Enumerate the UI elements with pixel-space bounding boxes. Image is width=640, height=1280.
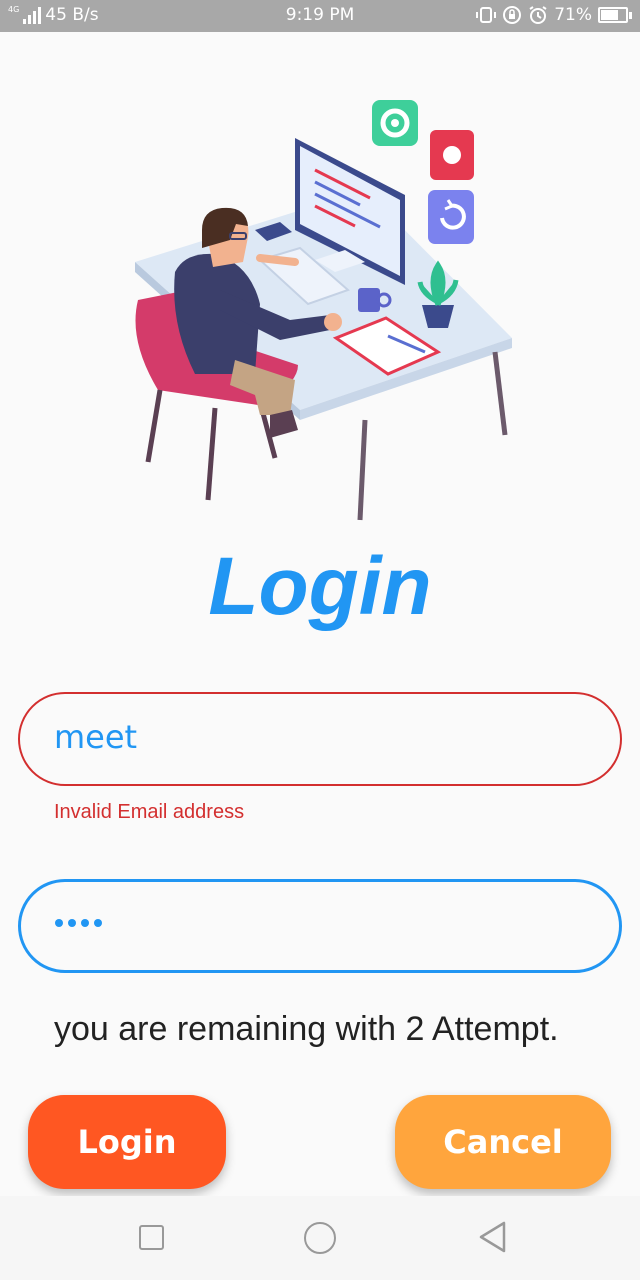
record-tile-icon xyxy=(430,130,474,180)
status-right: 71% xyxy=(476,5,632,25)
cancel-button[interactable]: Cancel xyxy=(395,1095,611,1189)
refresh-tile-icon xyxy=(428,190,474,244)
page-title: Login xyxy=(208,541,432,632)
status-bar: 4G 45 B/s 9:19 PM 71% xyxy=(0,0,640,32)
password-mask xyxy=(55,919,102,927)
alarm-icon xyxy=(529,6,547,24)
navigation-bar xyxy=(0,1196,640,1280)
volte-icon xyxy=(476,7,497,23)
email-error-text: Invalid Email address xyxy=(54,801,245,823)
desk-illustration xyxy=(135,100,512,521)
password-dot xyxy=(55,919,63,927)
login-button[interactable]: Login xyxy=(28,1095,226,1189)
battery-fill xyxy=(601,10,619,20)
password-dot xyxy=(94,919,102,927)
battery-icon xyxy=(598,7,632,23)
rotation-lock-icon xyxy=(503,6,522,24)
password-field[interactable] xyxy=(18,879,622,973)
battery-percent: 71% xyxy=(554,5,592,25)
email-field[interactable]: meet xyxy=(18,692,622,786)
home-icon[interactable] xyxy=(304,1222,336,1254)
recent-apps-icon[interactable] xyxy=(139,1225,164,1250)
settings-tile-icon xyxy=(372,100,418,146)
attempt-message: you are remaining with 2 Attempt. xyxy=(54,1010,559,1048)
email-field-value: meet xyxy=(54,718,138,756)
password-dot xyxy=(81,919,89,927)
back-icon[interactable] xyxy=(478,1220,508,1254)
password-dot xyxy=(68,919,76,927)
